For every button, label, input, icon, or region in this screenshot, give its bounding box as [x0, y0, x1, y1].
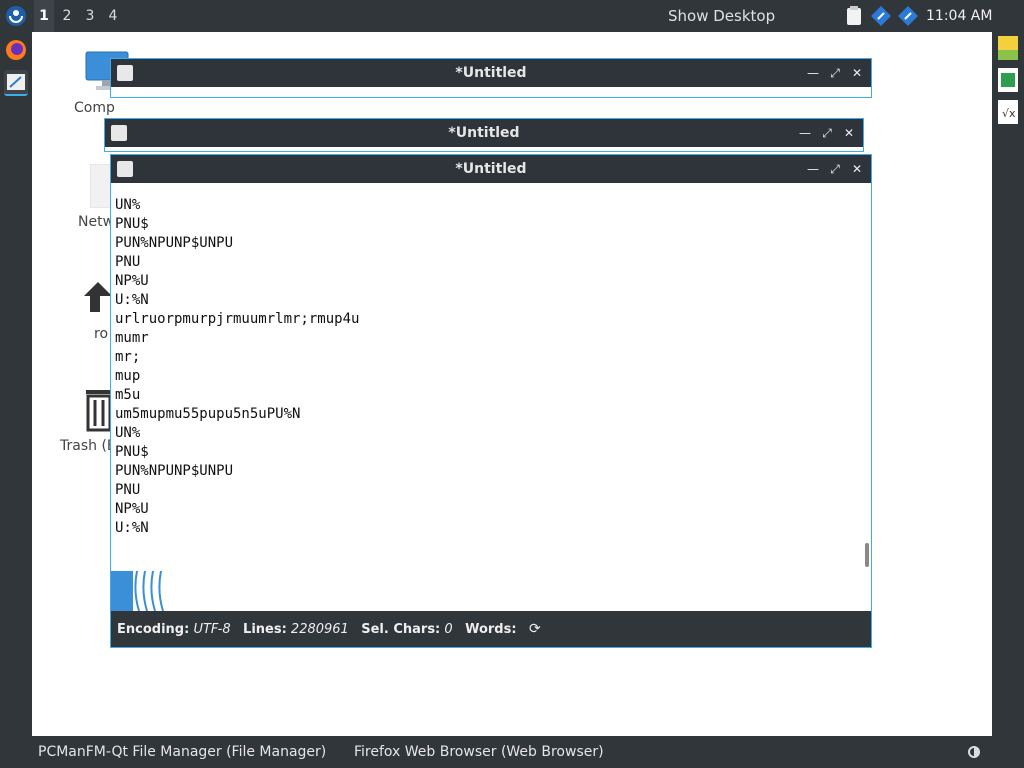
network-tray-icon[interactable] [898, 6, 918, 26]
window-titlebar[interactable]: *Untitled — ⤢ ✕ [105, 119, 863, 147]
text-line: UN% [115, 425, 141, 441]
brightness-icon[interactable] [966, 744, 982, 760]
artifact-graphic [111, 570, 164, 611]
home-label: ro [94, 326, 109, 342]
encoding-label: Encoding: [117, 622, 190, 637]
workspace-2[interactable]: 2 [57, 0, 77, 32]
trash-label: Trash (E [60, 438, 116, 454]
home-icon [84, 282, 112, 312]
clock[interactable]: 11:04 AM [926, 0, 992, 32]
task-firefox[interactable]: Firefox Web Browser (Web Browser) [354, 736, 604, 768]
text-line: m5u [115, 387, 141, 403]
update-notifier-icon[interactable] [871, 6, 891, 26]
text-editor-icon[interactable] [4, 70, 28, 96]
lines-value: 2280961 [290, 622, 349, 637]
words-label: Words: [465, 622, 517, 637]
selchars-label: Sel. Chars: [361, 622, 441, 637]
clipboard-icon[interactable] [844, 6, 864, 26]
text-line: PUN%NPUNP$UNPU [115, 463, 234, 479]
qt-document-icon[interactable] [998, 36, 1018, 60]
text-line: PNU$ [115, 444, 149, 460]
maximize-icon[interactable]: ⤢ [817, 119, 837, 147]
text-line: PNU$ [115, 216, 149, 232]
text-line: mr; [115, 349, 141, 365]
window-title: *Untitled [448, 125, 520, 141]
refresh-icon[interactable]: ⟳ [529, 621, 541, 637]
text-line: NP%U [115, 273, 149, 289]
bottom-panel: PCManFM-Qt File Manager (File Manager) F… [0, 736, 1024, 768]
task-file-manager[interactable]: PCManFM-Qt File Manager (File Manager) [38, 736, 326, 768]
formula-document-icon[interactable]: √x [998, 100, 1018, 124]
text-editor-area[interactable]: UN% PNU$ PUN%NPUNP$UNPU PNU NP%U U:%N urlruorp… [111, 183, 871, 611]
window-titlebar[interactable]: *Untitled — ⤢ ✕ [111, 59, 871, 87]
close-icon[interactable]: ✕ [847, 155, 867, 183]
minimize-icon[interactable]: — [803, 155, 823, 183]
selchars-value: 0 [444, 622, 453, 637]
text-line: mup [115, 368, 141, 384]
show-desktop-button[interactable]: Show Desktop [668, 0, 775, 32]
scrollbar-thumb[interactable] [865, 543, 869, 567]
text-line: U:%N [115, 292, 149, 308]
home-folder-icon[interactable] [82, 278, 112, 314]
text-line: UN% [115, 197, 141, 213]
window-title: *Untitled [455, 161, 527, 177]
top-panel: 1 2 3 4 Show Desktop 11:04 AM [0, 0, 1024, 32]
computer-label: Comp [74, 100, 115, 116]
text-line: mumr [115, 330, 149, 346]
workspace-1[interactable]: 1 [34, 0, 54, 32]
editor-window-middle[interactable]: *Untitled — ⤢ ✕ [104, 118, 864, 152]
editor-window-back[interactable]: *Untitled — ⤢ ✕ [110, 58, 872, 98]
firefox-icon[interactable] [4, 38, 28, 62]
text-line: U:%N [115, 520, 149, 536]
minimize-icon[interactable]: — [803, 59, 823, 87]
text-line: urlruorpmurpjrmuumrlmr;rmup4u [115, 311, 360, 327]
close-icon[interactable]: ✕ [847, 59, 867, 87]
window-titlebar[interactable]: *Untitled — ⤢ ✕ [111, 155, 871, 183]
spreadsheet-icon[interactable] [998, 68, 1018, 92]
minimize-icon[interactable]: — [795, 119, 815, 147]
text-line: PUN%NPUNP$UNPU [115, 235, 234, 251]
text-line: PNU [115, 254, 141, 270]
encoding-value: UTF-8 [193, 622, 231, 637]
workspace-3[interactable]: 3 [80, 0, 100, 32]
maximize-icon[interactable]: ⤢ [825, 59, 845, 87]
app-menu-icon[interactable] [4, 4, 28, 28]
maximize-icon[interactable]: ⤢ [825, 155, 845, 183]
editor-window-front[interactable]: *Untitled — ⤢ ✕ UN% PNU$ PUN%NPUNP$UNPU PNU… [110, 154, 872, 648]
left-dock [0, 32, 32, 736]
text-line: NP%U [115, 501, 149, 517]
status-bar: Encoding: UTF-8 Lines: 2280961 Sel. Char… [111, 611, 871, 647]
right-dock [992, 32, 1024, 736]
text-line: PNU [115, 482, 141, 498]
close-icon[interactable]: ✕ [839, 119, 859, 147]
text-line: um5mupmu55pupu5n5uPU%N [115, 406, 301, 422]
network-label: Netw [78, 214, 115, 230]
svg-text:√x: √x [1002, 107, 1016, 120]
window-title: *Untitled [455, 65, 527, 81]
lines-label: Lines: [243, 622, 287, 637]
workspace-4[interactable]: 4 [103, 0, 123, 32]
